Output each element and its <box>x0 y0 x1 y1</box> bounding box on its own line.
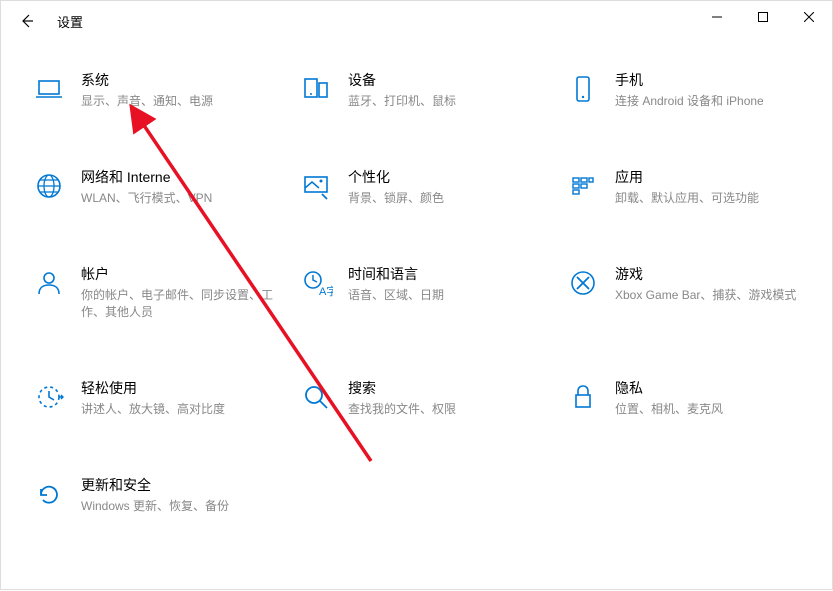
category-title: 设备 <box>348 71 545 89</box>
category-title: 更新和安全 <box>81 476 278 494</box>
category-description: 位置、相机、麦克风 <box>615 401 812 418</box>
category-title: 个性化 <box>348 168 545 186</box>
category-description: 讲述人、放大镜、高对比度 <box>81 401 278 418</box>
category-title: 帐户 <box>81 265 278 283</box>
phone-icon <box>565 71 601 107</box>
personalize-icon <box>298 168 334 204</box>
category-text: 更新和安全 Windows 更新、恢复、备份 <box>81 476 278 515</box>
category-personalization[interactable]: 个性化 背景、锁屏、颜色 <box>298 168 545 207</box>
category-title: 手机 <box>615 71 812 89</box>
category-apps[interactable]: 应用 卸载、默认应用、可选功能 <box>565 168 812 207</box>
category-title: 系统 <box>81 71 278 89</box>
category-description: 连接 Android 设备和 iPhone <box>615 93 812 110</box>
laptop-icon <box>31 71 67 107</box>
category-privacy[interactable]: 隐私 位置、相机、麦克风 <box>565 379 812 418</box>
titlebar: 设置 <box>1 1 832 41</box>
category-gaming[interactable]: 游戏 Xbox Game Bar、捕获、游戏模式 <box>565 265 812 321</box>
category-update[interactable]: 更新和安全 Windows 更新、恢复、备份 <box>31 476 278 515</box>
gaming-icon <box>565 265 601 301</box>
category-title: 应用 <box>615 168 812 186</box>
category-text: 个性化 背景、锁屏、颜色 <box>348 168 545 207</box>
category-text: 搜索 查找我的文件、权限 <box>348 379 545 418</box>
time-lang-icon: A字 <box>298 265 334 301</box>
category-text: 网络和 Interne WLAN、飞行模式、VPN <box>81 168 278 207</box>
category-title: 游戏 <box>615 265 812 283</box>
maximize-button[interactable] <box>740 1 786 33</box>
category-description: 查找我的文件、权限 <box>348 401 545 418</box>
category-devices[interactable]: 设备 蓝牙、打印机、鼠标 <box>298 71 545 110</box>
category-text: 手机 连接 Android 设备和 iPhone <box>615 71 812 110</box>
globe-icon <box>31 168 67 204</box>
category-description: 卸载、默认应用、可选功能 <box>615 190 812 207</box>
category-phone[interactable]: 手机 连接 Android 设备和 iPhone <box>565 71 812 110</box>
category-text: 隐私 位置、相机、麦克风 <box>615 379 812 418</box>
back-icon <box>19 13 35 29</box>
update-icon <box>31 476 67 512</box>
category-ease[interactable]: 轻松使用 讲述人、放大镜、高对比度 <box>31 379 278 418</box>
category-description: 你的帐户、电子邮件、同步设置、工作、其他人员 <box>81 287 278 321</box>
category-description: Windows 更新、恢复、备份 <box>81 498 278 515</box>
category-text: 帐户 你的帐户、电子邮件、同步设置、工作、其他人员 <box>81 265 278 321</box>
devices-icon <box>298 71 334 107</box>
svg-text:A字: A字 <box>319 284 333 298</box>
category-title: 隐私 <box>615 379 812 397</box>
close-icon <box>804 12 814 22</box>
category-system[interactable]: 系统 显示、声音、通知、电源 <box>31 71 278 110</box>
settings-window: 设置 系统 显示、声音、通知、电源 设备 蓝牙、打印机、鼠标 手机 连接 A <box>0 0 833 590</box>
category-text: 时间和语言 语音、区域、日期 <box>348 265 545 304</box>
category-text: 游戏 Xbox Game Bar、捕获、游戏模式 <box>615 265 812 304</box>
category-search[interactable]: 搜索 查找我的文件、权限 <box>298 379 545 418</box>
close-button[interactable] <box>786 1 832 33</box>
category-title: 网络和 Interne <box>81 168 278 186</box>
category-description: 背景、锁屏、颜色 <box>348 190 545 207</box>
category-description: Xbox Game Bar、捕获、游戏模式 <box>615 287 812 304</box>
person-icon <box>31 265 67 301</box>
category-title: 搜索 <box>348 379 545 397</box>
category-time[interactable]: A字 时间和语言 语音、区域、日期 <box>298 265 545 321</box>
category-title: 时间和语言 <box>348 265 545 283</box>
minimize-button[interactable] <box>694 1 740 33</box>
category-text: 轻松使用 讲述人、放大镜、高对比度 <box>81 379 278 418</box>
window-controls <box>694 1 832 33</box>
category-text: 应用 卸载、默认应用、可选功能 <box>615 168 812 207</box>
maximize-icon <box>758 12 768 22</box>
minimize-icon <box>712 12 722 22</box>
ease-icon <box>31 379 67 415</box>
category-text: 系统 显示、声音、通知、电源 <box>81 71 278 110</box>
category-text: 设备 蓝牙、打印机、鼠标 <box>348 71 545 110</box>
category-network[interactable]: 网络和 Interne WLAN、飞行模式、VPN <box>31 168 278 207</box>
category-description: 蓝牙、打印机、鼠标 <box>348 93 545 110</box>
category-description: WLAN、飞行模式、VPN <box>81 190 278 207</box>
back-button[interactable] <box>9 3 45 39</box>
apps-icon <box>565 168 601 204</box>
category-accounts[interactable]: 帐户 你的帐户、电子邮件、同步设置、工作、其他人员 <box>31 265 278 321</box>
category-title: 轻松使用 <box>81 379 278 397</box>
search-icon <box>298 379 334 415</box>
settings-categories: 系统 显示、声音、通知、电源 设备 蓝牙、打印机、鼠标 手机 连接 Androi… <box>1 41 832 535</box>
window-title: 设置 <box>57 12 83 31</box>
category-description: 语音、区域、日期 <box>348 287 545 304</box>
category-description: 显示、声音、通知、电源 <box>81 93 278 110</box>
lock-icon <box>565 379 601 415</box>
